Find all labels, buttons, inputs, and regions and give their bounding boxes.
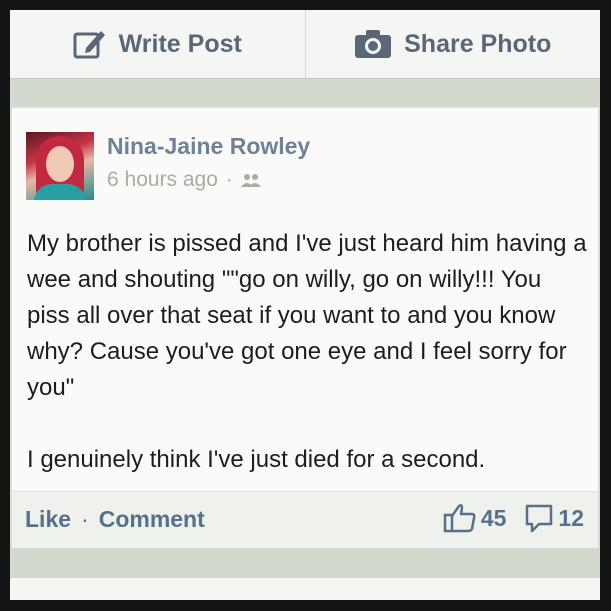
share-photo-button[interactable]: Share Photo bbox=[304, 10, 601, 78]
action-separator: · bbox=[81, 506, 89, 532]
comment-bubble-icon[interactable] bbox=[524, 503, 554, 533]
like-link[interactable]: Like bbox=[25, 506, 71, 533]
post-meta: 6 hours ago · bbox=[107, 168, 261, 192]
post-body: My brother is pissed and I've just heard… bbox=[27, 226, 587, 478]
post-paragraph: I genuinely think I've just died for a s… bbox=[27, 446, 486, 473]
comment-link[interactable]: Comment bbox=[99, 506, 205, 533]
like-count[interactable]: 45 bbox=[481, 505, 507, 532]
post-paragraph: My brother is pissed and I've just heard… bbox=[27, 230, 587, 401]
post-timestamp[interactable]: 6 hours ago bbox=[107, 168, 218, 192]
post-card: Nina-Jaine Rowley 6 hours ago · My broth… bbox=[12, 107, 598, 491]
app-frame: Write Post Share Photo Nina-Jaine Rowley… bbox=[10, 10, 600, 600]
share-photo-label: Share Photo bbox=[404, 29, 552, 58]
feed-divider bbox=[10, 79, 600, 107]
feed-divider bbox=[10, 548, 600, 578]
engagement-counts: 45 12 bbox=[443, 503, 584, 533]
composer-toolbar: Write Post Share Photo bbox=[10, 10, 600, 79]
write-post-button[interactable]: Write Post bbox=[10, 10, 305, 78]
action-links: Like · Comment bbox=[25, 506, 205, 533]
friends-icon bbox=[240, 174, 261, 187]
camera-icon bbox=[355, 30, 392, 58]
comment-count[interactable]: 12 bbox=[558, 505, 584, 532]
meta-separator: · bbox=[225, 168, 233, 191]
pencil-square-icon bbox=[73, 31, 105, 59]
author-name[interactable]: Nina-Jaine Rowley bbox=[107, 133, 310, 160]
write-post-label: Write Post bbox=[118, 29, 242, 58]
avatar[interactable] bbox=[26, 132, 94, 200]
thumbs-up-icon[interactable] bbox=[443, 503, 477, 533]
next-post-edge bbox=[10, 578, 600, 600]
post-actions: Like · Comment 45 12 bbox=[12, 491, 598, 548]
